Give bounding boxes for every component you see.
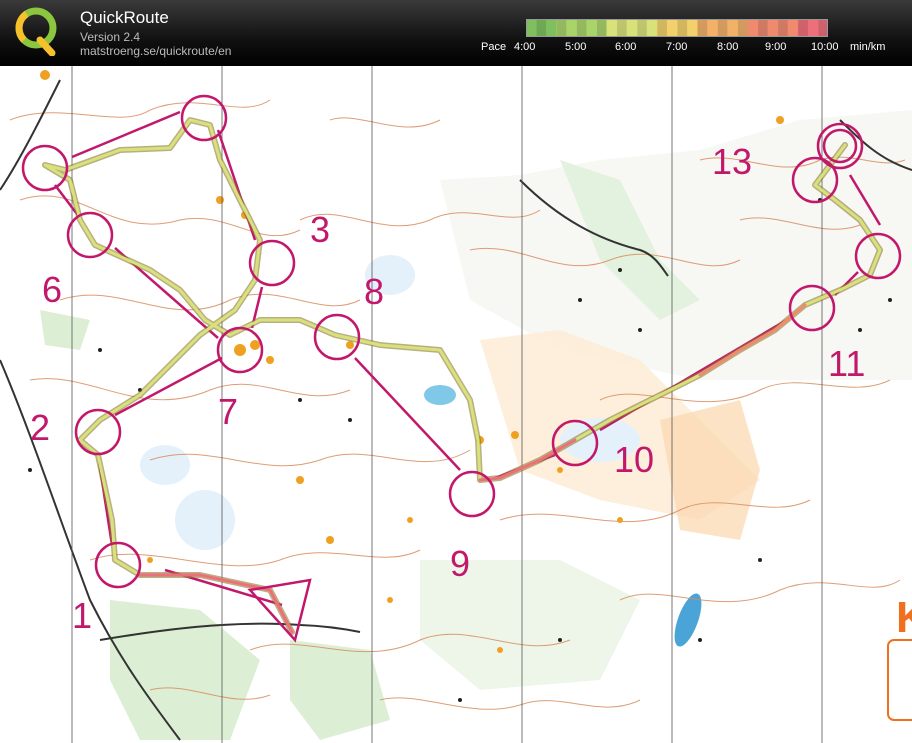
control-label-11: 11 bbox=[828, 343, 865, 384]
pace-scale-segment bbox=[807, 19, 819, 37]
pace-scale-segment bbox=[546, 19, 557, 37]
pace-scale-segment bbox=[616, 19, 628, 37]
pace-tick-8: 8:00 bbox=[717, 41, 739, 53]
control-label-13: 13 bbox=[712, 141, 752, 182]
pace-scale-segment bbox=[737, 19, 748, 37]
pace-scale-segment bbox=[687, 19, 698, 37]
control-label-3: 3 bbox=[310, 209, 330, 250]
pace-scale-segment bbox=[717, 19, 728, 37]
control-label-1: 1 bbox=[72, 595, 92, 636]
pace-scale-segment bbox=[526, 19, 537, 37]
pace-scale-segment bbox=[666, 19, 678, 37]
pace-scale-segment bbox=[777, 19, 789, 37]
pace-tick-4: 4:00 bbox=[514, 41, 536, 53]
pace-scale-segment bbox=[606, 19, 618, 37]
control-label-7: 7 bbox=[218, 391, 238, 432]
pace-scale-segment bbox=[767, 19, 779, 37]
pace-tick-6: 6:00 bbox=[615, 41, 637, 53]
pace-scale-segment bbox=[586, 19, 597, 37]
pace-scale-segment bbox=[757, 19, 769, 37]
pace-scale-segment bbox=[556, 19, 567, 37]
control-label-9: 9 bbox=[450, 543, 470, 584]
control-label-6: 6 bbox=[42, 269, 62, 310]
pace-scale-segment bbox=[626, 19, 638, 37]
pace-tick-10: 10:00 bbox=[811, 41, 839, 53]
pace-scale-segment bbox=[697, 19, 708, 37]
pace-scale-segment bbox=[797, 19, 809, 37]
pace-scale-segment bbox=[677, 19, 688, 37]
app-header: QuickRoute Version 2.4 matstroeng.se/qui… bbox=[0, 0, 912, 66]
pace-tick-9: 9:00 bbox=[765, 41, 787, 53]
pace-label: Pace bbox=[481, 41, 507, 53]
pace-tick-7: 7:00 bbox=[666, 41, 688, 53]
map-corner-letter: K bbox=[896, 593, 912, 642]
pace-scale-segment bbox=[817, 19, 828, 37]
pace-scale-segment bbox=[747, 19, 759, 37]
pace-scale-segment bbox=[636, 19, 648, 37]
control-label-8: 8 bbox=[364, 271, 384, 312]
pace-scale-segment bbox=[656, 19, 668, 37]
pace-scale-segment bbox=[566, 19, 577, 37]
pace-scale-segment bbox=[727, 19, 738, 37]
pace-scale-segment bbox=[576, 19, 587, 37]
pace-scale-segment bbox=[787, 19, 799, 37]
app-url-link[interactable]: matstroeng.se/quickroute/en bbox=[80, 44, 231, 58]
pace-scale-segment bbox=[646, 19, 658, 37]
pace-scale-segment bbox=[596, 19, 608, 37]
pace-color-scale bbox=[526, 19, 828, 37]
quickroute-logo-icon bbox=[15, 7, 57, 56]
pace-tick-5: 5:00 bbox=[565, 41, 587, 53]
pace-scale-segment bbox=[536, 19, 547, 37]
control-label-10: 10 bbox=[614, 439, 654, 480]
pace-scale-segment bbox=[707, 19, 718, 37]
pace-unit: min/km bbox=[850, 41, 886, 53]
orienteering-map[interactable]: 1 2 3 6 7 8 9 10 11 13 K bbox=[0, 66, 912, 743]
app-version: Version 2.4 bbox=[80, 30, 141, 44]
app-title: QuickRoute bbox=[80, 8, 169, 27]
control-label-2: 2 bbox=[30, 407, 50, 448]
